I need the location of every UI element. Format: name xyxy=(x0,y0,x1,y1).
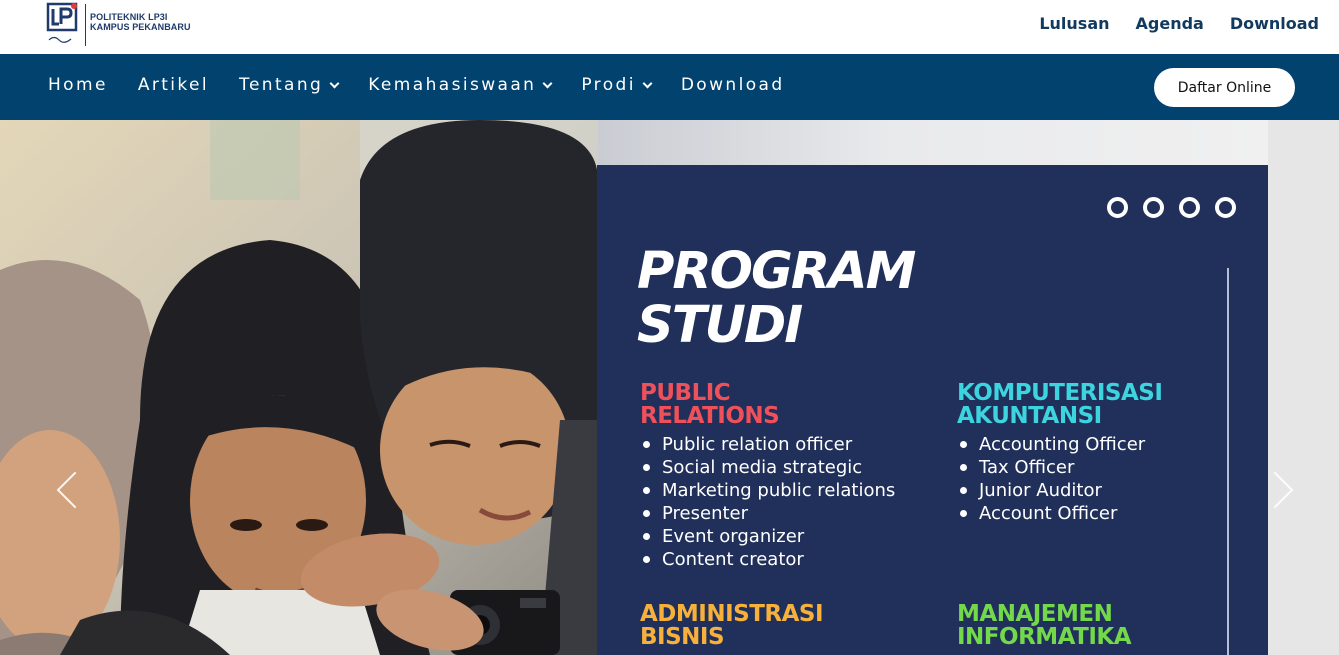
nav-item-prodi[interactable]: Prodi xyxy=(581,75,653,95)
main-nav: Home Artikel Tentang Kemahasiswaan Prodi… xyxy=(48,75,815,95)
program-studi-panel: PROGRAM STUDI PUBLIC RELATIONS Public re… xyxy=(597,165,1268,655)
brand-line2: KAMPUS PEKANBARU xyxy=(90,22,191,32)
program-jobs-list: Public relation officer Social media str… xyxy=(640,433,895,571)
program-heading-line1: MANAJEMEN xyxy=(957,601,1113,627)
main-navbar: Home Artikel Tentang Kemahasiswaan Prodi… xyxy=(0,54,1339,120)
nav-item-label: Tentang xyxy=(239,75,324,95)
panel-title: PROGRAM STUDI xyxy=(637,242,916,355)
list-item: Public relation officer xyxy=(640,433,895,456)
list-item: Presenter xyxy=(640,502,895,525)
slide-dot[interactable] xyxy=(1107,197,1128,218)
slide-dot[interactable] xyxy=(1179,197,1200,218)
list-item: Junior Auditor xyxy=(957,479,1162,502)
program-heading-line2: RELATIONS xyxy=(640,403,780,429)
nav-item-download[interactable]: Download xyxy=(681,75,785,95)
program-heading: KOMPUTERISASI AKUNTANSI xyxy=(957,380,1163,429)
program-heading-line2: AKUNTANSI xyxy=(957,403,1102,429)
daftar-online-button[interactable]: Daftar Online xyxy=(1154,68,1295,107)
slide-dots xyxy=(1107,197,1236,218)
nav-item-tentang[interactable]: Tentang xyxy=(239,75,340,95)
top-link-download[interactable]: Download xyxy=(1230,14,1319,33)
slide-dot[interactable] xyxy=(1215,197,1236,218)
panel-title-line2: STUDI xyxy=(637,296,803,355)
program-heading-line2: INFORMATIKA xyxy=(957,624,1132,650)
list-item: Content creator xyxy=(640,548,895,571)
program-public-relations: PUBLIC RELATIONS Public relation officer… xyxy=(640,382,895,571)
program-heading-line1: KOMPUTERISASI xyxy=(957,380,1163,406)
nav-item-label: Home xyxy=(48,75,108,95)
program-heading-line2: BISNIS xyxy=(640,624,725,650)
program-manajemen-informatika: MANAJEMEN INFORMATIKA xyxy=(957,601,1132,650)
program-heading-line1: PUBLIC xyxy=(640,380,731,406)
top-link-lulusan[interactable]: Lulusan xyxy=(1039,14,1109,33)
top-link-agenda[interactable]: Agenda xyxy=(1136,14,1204,33)
program-jobs-list: Accounting Officer Tax Officer Junior Au… xyxy=(957,433,1162,525)
panel-divider xyxy=(1227,268,1229,655)
list-item: Event organizer xyxy=(640,525,895,548)
list-item: Marketing public relations xyxy=(640,479,895,502)
slide-backdrop-edge xyxy=(1268,120,1339,655)
top-header: POLITEKNIK LP3I KAMPUS PEKANBARU Lulusan… xyxy=(0,0,1339,54)
chevron-down-icon xyxy=(542,78,553,88)
nav-item-label: Download xyxy=(680,75,785,95)
program-heading: MANAJEMEN INFORMATIKA xyxy=(957,601,1132,650)
program-heading: PUBLIC RELATIONS xyxy=(640,382,895,428)
logo-divider xyxy=(85,4,86,46)
list-item: Accounting Officer xyxy=(957,433,1162,456)
hero-slider: PROGRAM STUDI PUBLIC RELATIONS Public re… xyxy=(0,120,1339,655)
nav-item-kemahasiswaan[interactable]: Kemahasiswaan xyxy=(368,75,553,95)
students-photo xyxy=(0,120,598,655)
top-links: Lulusan Agenda Download xyxy=(1039,14,1319,33)
brand-line1: POLITEKNIK LP3I xyxy=(90,12,168,22)
site-logo[interactable]: POLITEKNIK LP3I KAMPUS PEKANBARU xyxy=(46,2,206,48)
nav-item-label: Prodi xyxy=(581,75,636,95)
program-administrasi-bisnis: ADMINISTRASI BISNIS xyxy=(640,601,824,650)
list-item: Account Officer xyxy=(957,502,1162,525)
panel-title-line1: PROGRAM xyxy=(637,242,916,301)
chevron-down-icon xyxy=(642,78,653,88)
lp3i-logo-icon xyxy=(46,2,78,43)
brand-name: POLITEKNIK LP3I KAMPUS PEKANBARU xyxy=(90,12,191,32)
program-heading: ADMINISTRASI BISNIS xyxy=(640,601,824,650)
nav-item-label: Artikel xyxy=(137,75,210,95)
program-komputerisasi-akuntansi: KOMPUTERISASI AKUNTANSI Accounting Offic… xyxy=(957,380,1163,525)
nav-item-label: Kemahasiswaan xyxy=(368,75,537,95)
chevron-down-icon xyxy=(329,78,340,88)
program-heading-line1: ADMINISTRASI xyxy=(640,601,824,627)
list-item: Tax Officer xyxy=(957,456,1162,479)
list-item: Social media strategic xyxy=(640,456,895,479)
nav-item-artikel[interactable]: Artikel xyxy=(138,75,209,95)
nav-item-home[interactable]: Home xyxy=(48,75,108,95)
slide-dot[interactable] xyxy=(1143,197,1164,218)
